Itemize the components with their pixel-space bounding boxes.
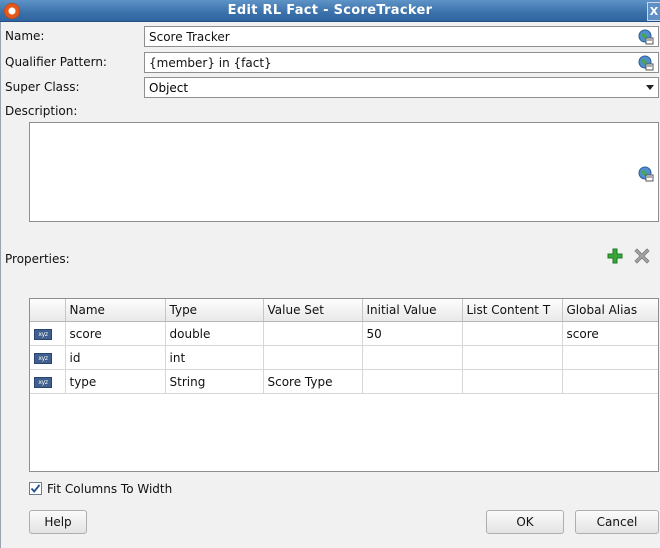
super-class-value: Object xyxy=(149,81,189,95)
cell-list-content-type[interactable] xyxy=(462,345,563,370)
chevron-down-icon[interactable] xyxy=(646,85,654,90)
table-header-row: Name Type Value Set Initial Value List C… xyxy=(30,299,658,322)
name-label: Name: xyxy=(5,29,45,43)
description-textarea[interactable] xyxy=(29,122,659,222)
description-label: Description: xyxy=(5,104,78,118)
cell-name[interactable]: id xyxy=(65,345,166,370)
column-header-value-set[interactable]: Value Set xyxy=(263,299,363,322)
name-field[interactable]: Score Tracker xyxy=(144,26,659,47)
cell-initial-value[interactable]: 50 xyxy=(362,321,463,346)
fit-columns-checkbox[interactable] xyxy=(29,482,42,495)
properties-label: Properties: xyxy=(5,252,70,266)
fit-columns-label[interactable]: Fit Columns To Width xyxy=(47,482,172,496)
property-type-icon: xyz xyxy=(34,376,52,388)
cell-global-alias[interactable] xyxy=(562,345,658,370)
window-title: Edit RL Fact - ScoreTracker xyxy=(227,3,433,18)
table-row[interactable]: xyz score double 50 score xyxy=(30,321,658,346)
table-row[interactable]: xyz type String Score Type xyxy=(30,369,658,394)
column-header-icon[interactable] xyxy=(30,299,66,322)
properties-grid: Name Type Value Set Initial Value List C… xyxy=(30,299,658,394)
cell-name[interactable]: score xyxy=(65,321,166,346)
edit-fact-dialog: Name: Score Tracker Qualifier Pattern: {… xyxy=(0,22,660,548)
checkmark-icon xyxy=(30,484,41,493)
cell-name[interactable]: type xyxy=(65,369,166,394)
translate-globe-icon[interactable] xyxy=(638,55,654,71)
qualifier-pattern-value: {member} in {fact} xyxy=(149,56,272,70)
property-type-icon: xyz xyxy=(34,352,52,364)
cell-type[interactable]: String xyxy=(165,369,264,394)
qualifier-pattern-field[interactable]: {member} in {fact} xyxy=(144,52,659,73)
properties-table: Name Type Value Set Initial Value List C… xyxy=(29,298,659,472)
name-field-value: Score Tracker xyxy=(149,30,230,44)
cancel-button[interactable]: Cancel xyxy=(575,510,659,534)
window-titlebar: Edit RL Fact - ScoreTracker X xyxy=(0,0,660,22)
cell-value-set[interactable] xyxy=(263,321,363,346)
cell-type[interactable]: double xyxy=(165,321,264,346)
super-class-select[interactable]: Object xyxy=(144,77,659,98)
cell-global-alias[interactable] xyxy=(562,369,658,394)
cell-value-set[interactable] xyxy=(263,345,363,370)
cell-type[interactable]: int xyxy=(165,345,264,370)
cell-initial-value[interactable] xyxy=(362,345,463,370)
cell-value-set[interactable]: Score Type xyxy=(263,369,363,394)
help-button[interactable]: Help xyxy=(29,510,87,534)
add-property-icon[interactable] xyxy=(606,247,624,265)
close-button[interactable]: X xyxy=(647,2,660,21)
cell-list-content-type[interactable] xyxy=(462,321,563,346)
ok-button[interactable]: OK xyxy=(486,510,564,534)
cell-initial-value[interactable] xyxy=(362,369,463,394)
column-header-type[interactable]: Type xyxy=(165,299,264,322)
super-class-label: Super Class: xyxy=(5,80,80,94)
cell-global-alias[interactable]: score xyxy=(562,321,658,346)
qualifier-pattern-label: Qualifier Pattern: xyxy=(5,55,107,69)
delete-property-icon[interactable] xyxy=(634,248,650,264)
column-header-initial-value[interactable]: Initial Value xyxy=(362,299,463,322)
property-type-icon: xyz xyxy=(34,328,52,340)
column-header-global-alias[interactable]: Global Alias xyxy=(562,299,658,322)
translate-globe-icon[interactable] xyxy=(638,166,654,182)
translate-globe-icon[interactable] xyxy=(638,29,654,45)
column-header-name[interactable]: Name xyxy=(65,299,166,322)
cell-list-content-type[interactable] xyxy=(462,369,563,394)
table-row[interactable]: xyz id int xyxy=(30,345,658,370)
column-header-list-content-type[interactable]: List Content T xyxy=(462,299,563,322)
